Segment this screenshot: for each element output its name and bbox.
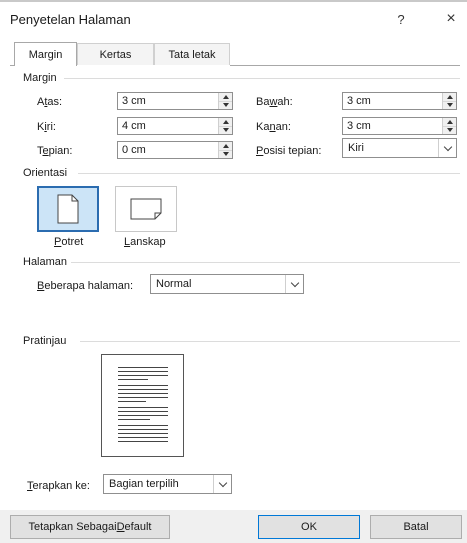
- tab-margin[interactable]: Margin: [14, 42, 77, 66]
- preview-text-line: [118, 419, 150, 420]
- terapkan-ke-dropdown-button[interactable]: [213, 475, 231, 493]
- kanan-decrement[interactable]: [443, 126, 456, 134]
- preview-text-line: [118, 375, 168, 376]
- preview-text-line: [118, 411, 168, 412]
- tab-label: Tata letak: [168, 48, 216, 61]
- kiri-label: Kiri:: [37, 121, 56, 133]
- up-arrow-icon: [446, 119, 453, 124]
- chevron-down-icon: [443, 142, 452, 151]
- down-arrow-icon: [222, 128, 229, 133]
- preview-text-line: [118, 425, 168, 426]
- terapkan-ke-value: Bagian terpilih: [109, 478, 179, 490]
- bawah-increment[interactable]: [443, 93, 456, 102]
- kanan-input[interactable]: [343, 118, 442, 134]
- tepian-label: Tepian:: [37, 145, 73, 157]
- preview-text-line: [118, 437, 168, 438]
- beberapa-halaman-value: Normal: [156, 278, 192, 290]
- atas-input[interactable]: [118, 93, 218, 109]
- bawah-decrement[interactable]: [443, 101, 456, 109]
- up-arrow-icon: [222, 119, 229, 124]
- tab-tata-letak[interactable]: Tata letak: [154, 43, 230, 65]
- tepian-spinner[interactable]: [117, 141, 233, 159]
- margin-group-label: Margin: [23, 72, 57, 84]
- group-divider: [64, 78, 460, 79]
- down-arrow-icon: [222, 103, 229, 108]
- group-divider: [71, 262, 460, 263]
- pratinjau-group-label: Pratinjau: [23, 335, 67, 347]
- halaman-group-label: Halaman: [23, 256, 68, 268]
- preview-text-line: [118, 393, 168, 394]
- preview-text-line: [118, 371, 168, 372]
- beberapa-halaman-select[interactable]: Normal: [150, 274, 304, 294]
- kanan-spinner[interactable]: [342, 117, 457, 135]
- tab-label: Kertas: [99, 48, 132, 61]
- dialog-title: Penyetelan Halaman: [10, 12, 131, 27]
- close-button[interactable]: ×: [440, 8, 462, 30]
- down-arrow-icon: [446, 103, 453, 108]
- preview-text-line: [118, 433, 168, 434]
- tepian-increment[interactable]: [219, 142, 232, 151]
- ok-button[interactable]: OK: [258, 515, 360, 539]
- preview-text-line: [118, 415, 168, 416]
- kiri-decrement[interactable]: [219, 126, 232, 134]
- kanan-increment[interactable]: [443, 118, 456, 127]
- lanskap-label: Lanskap: [124, 236, 166, 248]
- kiri-spinner[interactable]: [117, 117, 233, 135]
- up-arrow-icon: [446, 94, 453, 99]
- preview-text-line: [118, 429, 168, 430]
- posisi-tepian-label: Posisi tepian:: [256, 145, 322, 157]
- batal-button[interactable]: Batal: [370, 515, 462, 539]
- atas-spinner[interactable]: [117, 92, 233, 110]
- up-arrow-icon: [222, 94, 229, 99]
- group-divider: [80, 341, 460, 342]
- posisi-tepian-dropdown-button[interactable]: [438, 139, 456, 157]
- preview-text-line: [118, 379, 148, 380]
- bawah-input[interactable]: [343, 93, 442, 109]
- preview-page: [101, 354, 184, 457]
- chevron-down-icon: [290, 278, 299, 287]
- lanskap-button[interactable]: [115, 186, 177, 232]
- preview-text-line: [118, 441, 168, 442]
- bawah-spinner[interactable]: [342, 92, 457, 110]
- atas-label: Atas:: [37, 96, 63, 108]
- potret-button[interactable]: [37, 186, 99, 232]
- tepian-decrement[interactable]: [219, 150, 232, 158]
- tab-strip-line-left: [10, 65, 14, 66]
- preview-text-line: [118, 397, 168, 398]
- beberapa-halaman-dropdown-button[interactable]: [285, 275, 303, 293]
- chevron-down-icon: [218, 478, 227, 487]
- preview-text-line: [118, 389, 168, 390]
- potret-label: Potret: [54, 236, 84, 248]
- bawah-label: Bawah:: [256, 96, 293, 108]
- preview-text-line: [118, 401, 146, 402]
- landscape-page-icon: [130, 198, 162, 220]
- preview-text-line: [118, 385, 168, 386]
- kiri-increment[interactable]: [219, 118, 232, 127]
- terapkan-ke-select[interactable]: Bagian terpilih: [103, 474, 232, 494]
- posisi-tepian-value: Kiri: [348, 142, 364, 154]
- terapkan-ke-label: Terapkan ke:: [27, 480, 90, 492]
- preview-text-line: [118, 367, 168, 368]
- down-arrow-icon: [222, 152, 229, 157]
- kanan-label: Kanan:: [256, 121, 291, 133]
- help-button[interactable]: ?: [390, 8, 412, 30]
- set-default-button[interactable]: Tetapkan Sebagai Default: [10, 515, 170, 539]
- tepian-input[interactable]: [118, 142, 218, 158]
- tab-strip-line: [230, 65, 460, 66]
- tab-label: Margin: [28, 48, 63, 61]
- up-arrow-icon: [222, 143, 229, 148]
- atas-decrement[interactable]: [219, 101, 232, 109]
- group-divider: [78, 173, 460, 174]
- down-arrow-icon: [446, 128, 453, 133]
- beberapa-halaman-label: Beberapa halaman:: [37, 280, 134, 292]
- atas-increment[interactable]: [219, 93, 232, 102]
- posisi-tepian-select[interactable]: Kiri: [342, 138, 457, 158]
- orientasi-group-label: Orientasi: [23, 167, 68, 179]
- kiri-input[interactable]: [118, 118, 218, 134]
- preview-text-line: [118, 407, 168, 408]
- tab-kertas[interactable]: Kertas: [77, 43, 154, 65]
- portrait-page-icon: [57, 194, 79, 224]
